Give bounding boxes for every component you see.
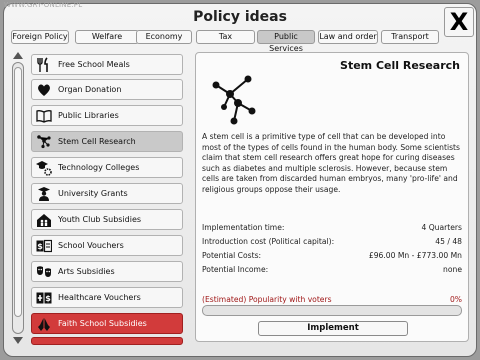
house-people-icon	[36, 212, 52, 228]
molecule-icon	[212, 75, 256, 125]
policy-item-label: Youth Club Subsidies	[58, 215, 142, 224]
category-tabs: Foreign Policy Welfare Economy Tax Publi…	[0, 30, 480, 53]
stat-implementation-time: Implementation time: 4 Quarters	[202, 222, 462, 234]
policy-item-label: School Vouchers	[58, 241, 124, 250]
policy-item-university-grants[interactable]: University Grants	[31, 183, 183, 204]
tab-tax[interactable]: Tax	[196, 30, 255, 44]
policy-item-youth-club-subsidies[interactable]: Youth Club Subsidies	[31, 209, 183, 230]
policy-detail-panel: Stem Cell Research A stem cell is a prim…	[195, 52, 469, 342]
scroll-thumb[interactable]	[14, 67, 22, 317]
heart-icon	[36, 82, 52, 98]
policy-item-arts-subsidies[interactable]: Arts Subsidies	[31, 261, 183, 282]
tab-foreign-policy[interactable]: Foreign Policy	[11, 30, 69, 44]
stat-label: Potential Income:	[202, 265, 269, 274]
policy-item-label: Faith School Subsidies	[58, 319, 147, 328]
health-voucher-icon: $	[36, 290, 52, 306]
graduation-gear-icon	[36, 160, 52, 176]
stat-value: 45 / 48	[435, 237, 462, 246]
stat-introduction-cost: Introduction cost (Political capital): 4…	[202, 236, 462, 248]
praying-hands-icon	[36, 316, 52, 332]
stat-label: Introduction cost (Political capital):	[202, 237, 335, 246]
policy-description: A stem cell is a primitive type of cell …	[202, 132, 460, 194]
page-title: Policy ideas	[193, 9, 287, 25]
stat-label: Potential Costs:	[202, 251, 262, 260]
tab-public-services[interactable]: Public Services	[257, 30, 315, 53]
policy-item-stem-cell-research[interactable]: Stem Cell Research	[31, 131, 183, 152]
stat-value: £96.00 Mn - £773.00 Mn	[368, 251, 462, 260]
molecule-icon	[36, 134, 52, 150]
policy-item-free-school-meals[interactable]: Free School Meals	[31, 54, 183, 75]
implement-button[interactable]: Implement	[258, 321, 408, 336]
book-icon	[36, 108, 52, 124]
policy-item-label: Free School Meals	[58, 60, 130, 69]
policy-item-label: Organ Donation	[58, 85, 122, 94]
svg-text:$: $	[45, 294, 51, 303]
policy-item-label: Technology Colleges	[58, 163, 140, 172]
tab-welfare[interactable]: Welfare	[75, 30, 139, 44]
scroll-down-arrow-icon[interactable]	[13, 337, 23, 344]
stat-value: 4 Quarters	[421, 223, 462, 232]
fork-knife-icon	[36, 57, 52, 73]
policy-item-technology-colleges[interactable]: Technology Colleges	[31, 157, 183, 178]
theatre-masks-icon	[36, 264, 52, 280]
policy-list-scrollbar[interactable]	[10, 52, 26, 344]
watermark: WWW.GRY-ONLINE.PL	[4, 1, 83, 9]
tab-economy[interactable]: Economy	[136, 30, 192, 44]
policy-item-label: Public Libraries	[58, 111, 119, 120]
stat-label: Implementation time:	[202, 223, 285, 232]
tab-law-and-order[interactable]: Law and order	[318, 30, 378, 44]
stat-potential-income: Potential Income: none	[202, 264, 462, 276]
voucher-icon: $	[36, 238, 52, 254]
policy-item-public-libraries[interactable]: Public Libraries	[31, 105, 183, 126]
tab-transport[interactable]: Transport	[381, 30, 439, 44]
policy-detail-title: Stem Cell Research	[340, 59, 460, 72]
policy-item-label: Healthcare Vouchers	[58, 293, 141, 302]
scroll-up-arrow-icon[interactable]	[13, 52, 23, 59]
popularity-label: (Estimated) Popularity with voters	[202, 295, 332, 304]
popularity-bar	[202, 305, 462, 316]
svg-text:$: $	[37, 242, 43, 251]
scroll-track[interactable]	[12, 62, 24, 334]
policy-item-school-vouchers[interactable]: $ School Vouchers	[31, 235, 183, 256]
policy-item-label: Stem Cell Research	[58, 137, 136, 146]
stat-value: none	[443, 265, 462, 274]
policy-item-healthcare-vouchers[interactable]: $ Healthcare Vouchers	[31, 287, 183, 308]
graduate-icon	[36, 186, 52, 202]
policy-item-faith-school-subsidies[interactable]: Faith School Subsidies	[31, 313, 183, 334]
policy-item-label: Arts Subsidies	[58, 267, 115, 276]
policy-item-next-partial[interactable]	[31, 337, 183, 345]
policy-item-label: University Grants	[58, 189, 128, 198]
stat-potential-costs: Potential Costs: £96.00 Mn - £773.00 Mn	[202, 250, 462, 262]
policy-item-organ-donation[interactable]: Organ Donation	[31, 79, 183, 100]
